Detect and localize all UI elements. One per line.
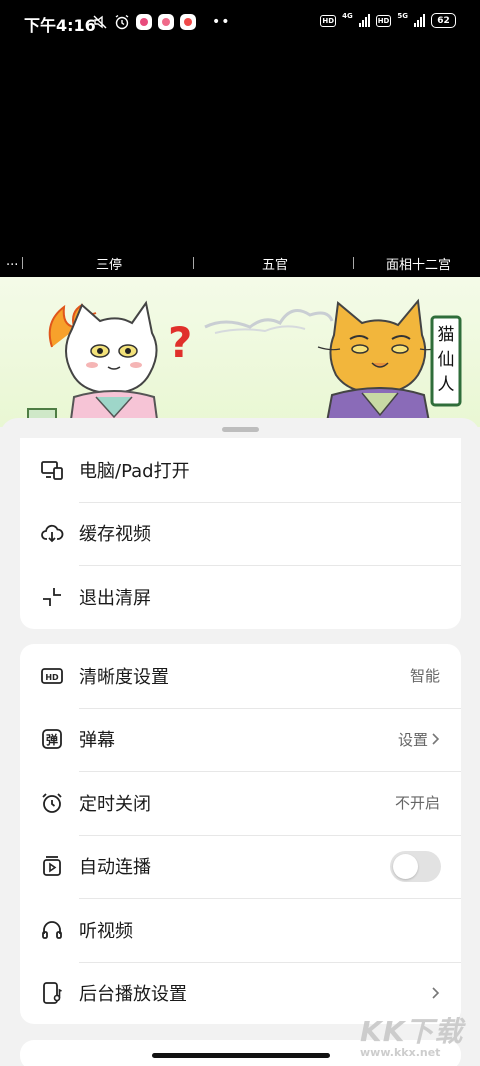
chapter-bar: ... 三停 五官 面相十二宫	[0, 252, 480, 274]
alarm-icon	[115, 14, 129, 30]
menu-group-settings: HD 清晰度设置 智能 弹 弹幕 设置 定时关闭 不开启 自动连播 听视频 后台…	[20, 644, 461, 1024]
sign-char-2: 仙	[438, 350, 455, 370]
autoplay-label: 自动连播	[79, 857, 151, 879]
chapter-item[interactable]: 五官	[262, 254, 288, 273]
toggle-knob	[393, 853, 418, 879]
signal-icon	[414, 14, 425, 27]
chevron-right-icon	[432, 987, 440, 999]
danmaku-item[interactable]: 弹 弹幕 设置	[20, 707, 461, 772]
cartoon-banner: ? 猫 仙 人	[0, 277, 480, 427]
video-player[interactable]: 下午4:16 •• HD 4G HD 5G 62 ... 三停 五官 面相十二宫	[0, 0, 480, 277]
danmaku-label: 弹幕	[79, 730, 115, 752]
network-type: 4G	[342, 11, 353, 20]
status-system-icons: HD 4G HD 5G 62	[320, 11, 456, 28]
chapter-divider	[353, 257, 354, 269]
phone-music-icon	[43, 982, 62, 1005]
quality-settings-item[interactable]: HD 清晰度设置 智能	[20, 644, 461, 708]
app-notification-icon	[180, 14, 196, 30]
battery-icon: 62	[431, 13, 456, 28]
exit-fullscreen-icon	[43, 587, 61, 606]
sign-char-3: 人	[438, 375, 455, 395]
device-screen-icon	[41, 460, 63, 480]
listen-video-item[interactable]: 听视频	[20, 898, 461, 962]
status-time: 下午4:16	[24, 16, 96, 35]
danmaku-value: 设置	[397, 730, 428, 749]
sign-char-1: 猫	[438, 325, 455, 345]
svg-text:弹: 弹	[46, 732, 58, 747]
quality-value: 智能	[409, 667, 440, 686]
cartoon-illustration: ? 猫 仙 人	[27, 298, 462, 427]
bottom-sheet: 电脑/Pad打开 缓存视频 退出清屏 HD 清晰度设置 智能 弹 弹幕 设置 定…	[0, 418, 480, 1066]
quality-settings-label: 清晰度设置	[79, 666, 169, 688]
app-notification-icon	[158, 14, 174, 30]
danmaku-settings-link[interactable]: 设置	[398, 729, 440, 750]
timer-close-item[interactable]: 定时关闭 不开启	[20, 771, 461, 835]
cache-video-label: 缓存视频	[79, 524, 151, 546]
chapter-item[interactable]: ...	[6, 254, 18, 269]
listen-video-label: 听视频	[79, 920, 133, 942]
status-bar: 下午4:16 •• HD 4G HD 5G 62	[0, 0, 480, 44]
autoplay-icon	[43, 856, 61, 877]
open-on-pc-pad-item[interactable]: 电脑/Pad打开	[20, 438, 461, 502]
danmaku-icon: 弹	[42, 729, 62, 750]
chapter-item[interactable]: 面相十二宫	[386, 254, 451, 273]
hd-voice-icon: HD	[320, 14, 337, 27]
exit-clear-screen-label: 退出清屏	[79, 587, 151, 609]
chevron-right-icon	[432, 733, 440, 745]
drag-handle[interactable]	[222, 427, 259, 432]
svg-text:HD: HD	[45, 673, 59, 682]
hd-icon: HD	[41, 667, 63, 684]
background-play-arrow	[430, 986, 440, 1000]
alarm-clock-icon	[42, 793, 62, 813]
exit-clear-screen-item[interactable]: 退出清屏	[20, 565, 461, 629]
timer-close-label: 定时关闭	[79, 793, 151, 815]
question-mark: ?	[168, 318, 192, 367]
chapter-item[interactable]: 三停	[96, 254, 122, 273]
menu-group-actions: 电脑/Pad打开 缓存视频 退出清屏	[20, 438, 461, 629]
timer-value: 不开启	[394, 794, 440, 813]
autoplay-toggle[interactable]	[390, 850, 441, 882]
background-play-label: 后台播放设置	[79, 984, 187, 1006]
home-indicator[interactable]	[152, 1053, 330, 1058]
watermark-text: KK下载	[360, 1015, 464, 1048]
app-notification-icon	[136, 14, 152, 30]
network-type: 5G	[397, 11, 408, 20]
mute-icon	[93, 15, 107, 29]
autoplay-item: 自动连播	[20, 834, 461, 899]
cloud-download-icon	[41, 525, 64, 543]
headphones-icon	[42, 920, 62, 939]
cache-video-item[interactable]: 缓存视频	[20, 501, 461, 566]
more-notifications-icon: ••	[212, 14, 231, 30]
watermark-logo: KK下载 www.kkx.net	[360, 1010, 470, 1064]
hd-voice-icon: HD	[375, 14, 392, 27]
status-notification-icons: ••	[92, 13, 231, 31]
open-on-pc-pad-label: 电脑/Pad打开	[79, 460, 190, 482]
signal-icon	[358, 14, 370, 27]
chapter-divider	[193, 257, 194, 269]
chapter-divider	[22, 257, 23, 269]
